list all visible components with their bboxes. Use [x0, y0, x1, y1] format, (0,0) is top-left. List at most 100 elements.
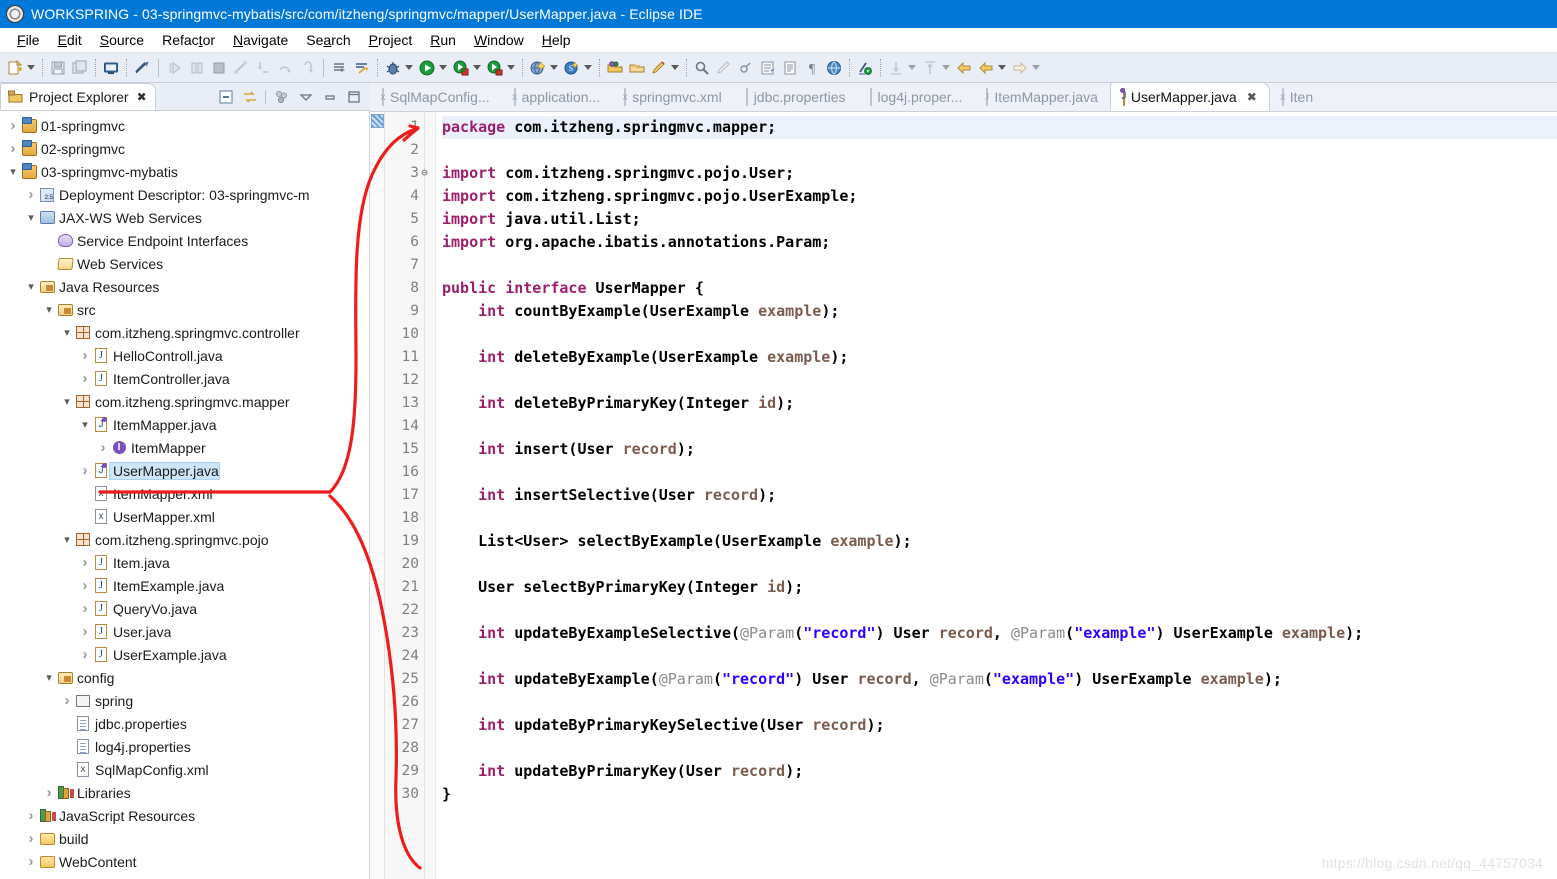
tree-item[interactable]: JavaScript Resources	[0, 804, 369, 827]
tree-item[interactable]: config	[0, 666, 369, 689]
pencil-icon[interactable]	[648, 57, 670, 79]
tree-item[interactable]: Libraries	[0, 781, 369, 804]
search-icon[interactable]	[691, 57, 713, 79]
tree-item[interactable]: 03-springmvc-mybatis	[0, 160, 369, 183]
new-wizard-icon[interactable]	[4, 57, 26, 79]
editor-tab[interactable]: jdbc.properties	[734, 83, 858, 111]
tree-item[interactable]: spring	[0, 689, 369, 712]
previous-edit-icon[interactable]	[885, 57, 907, 79]
chevron-down-icon[interactable]	[473, 65, 481, 70]
forward-icon[interactable]	[1009, 57, 1031, 79]
editor-tab[interactable]: log4j.proper...	[858, 83, 975, 111]
tree-item[interactable]: com.itzheng.springmvc.pojo	[0, 528, 369, 551]
outline-icon[interactable]	[757, 57, 779, 79]
pilcrow-icon[interactable]: ¶	[801, 57, 823, 79]
properties-icon[interactable]	[779, 57, 801, 79]
tree-item[interactable]: jdbc.properties	[0, 712, 369, 735]
tree-item[interactable]: Java Resources	[0, 275, 369, 298]
back-icon[interactable]	[953, 57, 975, 79]
chevron-down-icon[interactable]	[550, 65, 558, 70]
menu-item-run[interactable]: Run	[421, 30, 465, 50]
chevron-right-icon[interactable]	[96, 439, 110, 456]
edit-pencil-icon[interactable]	[713, 57, 735, 79]
chevron-right-icon[interactable]	[42, 784, 56, 801]
editor-tab[interactable]: UserMapper.java ✖	[1109, 83, 1270, 111]
chevron-right-icon[interactable]	[78, 462, 92, 479]
editor-tab[interactable]: Iten	[1270, 83, 1325, 111]
editor-tab[interactable]: application...	[502, 83, 613, 111]
tree-item[interactable]: 01-springmvc	[0, 114, 369, 137]
menu-item-edit[interactable]: Edit	[49, 30, 91, 50]
tree-item[interactable]: UserMapper.xml	[0, 505, 369, 528]
tree-item[interactable]: HelloControll.java	[0, 344, 369, 367]
chevron-down-icon[interactable]	[24, 211, 38, 224]
save-all-icon[interactable]	[69, 57, 91, 79]
tree-item[interactable]: 02-springmvc	[0, 137, 369, 160]
chevron-down-icon[interactable]	[1032, 65, 1040, 70]
folding-column[interactable]	[425, 112, 436, 879]
web-browser-icon[interactable]	[823, 57, 845, 79]
chevron-down-icon[interactable]	[6, 165, 20, 178]
tree-item[interactable]: Item.java	[0, 551, 369, 574]
new-package-icon[interactable]: S	[561, 57, 583, 79]
link-with-editor-icon[interactable]	[241, 88, 258, 105]
link-icon[interactable]	[735, 57, 757, 79]
run-on-server-icon[interactable]	[854, 57, 876, 79]
menu-item-search[interactable]: Search	[297, 30, 359, 50]
next-member-icon[interactable]	[919, 57, 941, 79]
run-server-icon[interactable]	[484, 57, 506, 79]
tree-item[interactable]: JAX-WS Web Services	[0, 206, 369, 229]
code-editor[interactable]: 1 2 3 ⊖ 4 5 6 7 8 9 10 11 12 13 14 15 16 17 18 19 20 21 22 23 24…	[370, 112, 1557, 879]
chevron-down-icon[interactable]	[405, 65, 413, 70]
chevron-down-icon[interactable]	[42, 303, 56, 316]
view-menu-filter-icon[interactable]	[273, 88, 290, 105]
tree-item[interactable]: build	[0, 827, 369, 850]
chevron-down-icon[interactable]	[24, 280, 38, 293]
tree-item[interactable]: ItemController.java	[0, 367, 369, 390]
chevron-right-icon[interactable]	[78, 600, 92, 617]
chevron-down-icon[interactable]	[908, 65, 916, 70]
chevron-down-icon[interactable]	[78, 418, 92, 431]
open-type-icon[interactable]	[604, 57, 626, 79]
run-icon[interactable]	[416, 57, 438, 79]
chevron-down-icon[interactable]	[439, 65, 447, 70]
source-code-text[interactable]: package com.itzheng.springmvc.mapper; im…	[436, 112, 1557, 879]
chevron-right-icon[interactable]	[78, 646, 92, 663]
project-tree[interactable]: 01-springmvc 02-springmvc 03-springmvc-myb…	[0, 111, 370, 879]
maximize-icon[interactable]	[345, 88, 362, 105]
menu-item-file[interactable]: File	[8, 30, 49, 50]
step-return-icon[interactable]	[296, 57, 318, 79]
tree-item[interactable]: com.itzheng.springmvc.mapper	[0, 390, 369, 413]
menu-item-refactor[interactable]: Refactor	[153, 30, 224, 50]
tree-item[interactable]: QueryVo.java	[0, 597, 369, 620]
chevron-right-icon[interactable]	[60, 692, 74, 709]
chevron-right-icon[interactable]	[24, 807, 38, 824]
chevron-right-icon[interactable]	[78, 347, 92, 364]
editor-tab[interactable]: springmvc.xml	[612, 83, 733, 111]
debug-icon[interactable]	[382, 57, 404, 79]
step-into-icon[interactable]	[252, 57, 274, 79]
chevron-down-icon[interactable]	[584, 65, 592, 70]
chevron-right-icon[interactable]	[6, 140, 20, 157]
tree-item[interactable]: ItemMapper.java	[0, 413, 369, 436]
step-over-icon[interactable]	[274, 57, 296, 79]
open-task-icon[interactable]	[626, 57, 648, 79]
close-icon[interactable]: ✖	[1247, 90, 1257, 104]
back-history-icon[interactable]	[975, 57, 997, 79]
tree-item[interactable]: ItemMapper	[0, 436, 369, 459]
disconnect-icon[interactable]	[230, 57, 252, 79]
tree-item[interactable]: Service Endpoint Interfaces	[0, 229, 369, 252]
chevron-down-icon[interactable]	[60, 395, 74, 408]
minimize-icon[interactable]	[321, 88, 338, 105]
tree-item[interactable]: src	[0, 298, 369, 321]
new-java-project-icon[interactable]	[527, 57, 549, 79]
chevron-down-icon[interactable]	[27, 65, 35, 70]
next-annotation-icon[interactable]	[351, 57, 373, 79]
marker-bar[interactable]	[370, 112, 385, 879]
menu-item-navigate[interactable]: Navigate	[224, 30, 297, 50]
tree-item[interactable]: Deployment Descriptor: 03-springmvc-m	[0, 183, 369, 206]
toggle-markoccurrences-icon[interactable]	[131, 57, 153, 79]
close-icon[interactable]: ✖	[137, 90, 147, 104]
tree-item[interactable]: UserMapper.java	[0, 459, 369, 482]
chevron-down-icon[interactable]	[998, 65, 1006, 70]
